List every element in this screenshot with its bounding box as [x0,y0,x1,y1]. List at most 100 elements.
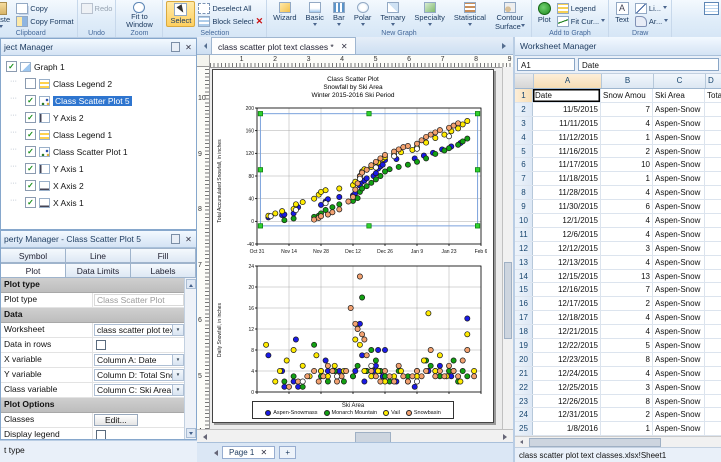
cell-ski-area[interactable]: Aspen-Snow [653,117,705,130]
close-icon[interactable]: ✕ [340,42,349,51]
cell-date[interactable]: 12/1/2015 [533,214,601,227]
tree-item[interactable]: ✓ Graph 1 [1,58,196,75]
redo-button[interactable]: Redo [81,3,113,13]
property-tab[interactable]: Line [66,248,131,263]
row-number[interactable]: 9 [515,200,533,213]
property-value[interactable] [93,338,185,352]
select-button[interactable]: Select [166,1,195,27]
cell-date[interactable]: 12/23/2015 [533,353,601,366]
cell-snow-amount[interactable]: 4 [601,214,653,227]
tree-item[interactable]: ✓ Class Legend 1 [1,126,196,143]
cell-date[interactable]: 11/18/2015 [533,172,601,185]
cell-snow-amount[interactable]: 2 [601,297,653,310]
scroll-right-icon[interactable] [503,434,510,440]
cell-date[interactable]: 12/16/2015 [533,283,601,296]
cell-date[interactable]: 12/13/2015 [533,256,601,269]
cell-ski-area[interactable]: Aspen-Snow [653,228,705,241]
cell-snow-amount[interactable]: 4 [601,311,653,324]
cell-date[interactable]: 12/12/2015 [533,242,601,255]
graph-title-line1[interactable]: Class Scatter Plot [213,70,493,84]
close-icon[interactable]: ✕ [184,235,193,244]
cell-total[interactable]: Total Si [705,89,721,102]
cell-snow-amount[interactable]: 4 [601,228,653,241]
property-scrollbar[interactable] [184,278,196,439]
column-header[interactable]: B [602,74,654,88]
cell-date[interactable]: 12/31/2015 [533,408,601,421]
cell-total[interactable] [705,395,721,408]
scroll-left-icon[interactable] [200,434,207,440]
visibility-checkbox[interactable]: ✓ [25,146,36,157]
cell-total[interactable] [705,186,721,199]
column-header[interactable]: A [534,74,602,88]
cell-snow-amount[interactable]: 3 [601,242,653,255]
tree-item[interactable]: ✓ X Axis 1 [1,194,196,211]
cell-total[interactable] [705,214,721,227]
cell-ski-area[interactable]: Aspen-Snow [653,408,705,421]
cell-total[interactable] [705,325,721,338]
pin-icon[interactable] [171,234,180,244]
add-page-tab[interactable]: + [279,446,296,459]
property-value[interactable]: Class Scatter Plot [94,294,184,306]
horizontal-scrollbar[interactable] [197,429,513,442]
cell-total[interactable] [705,367,721,380]
property-value[interactable]: Edit... [94,414,138,426]
cell-total[interactable] [705,381,721,394]
pin-icon[interactable] [171,42,180,52]
scrollbar-thumb[interactable] [504,262,512,339]
row-number[interactable]: 3 [515,117,533,130]
cell-ski-area[interactable]: Aspen-Snow [653,172,705,185]
cell-snow-amount[interactable]: 6 [601,200,653,213]
property-tab[interactable]: Labels [131,263,196,278]
scroll-up-icon[interactable] [186,279,196,289]
cell-total[interactable] [705,408,721,421]
row-number[interactable]: 4 [515,131,533,144]
cell-snow-amount[interactable]: 1 [601,131,653,144]
cell-ski-area[interactable]: Aspen-Snow [653,242,705,255]
row-number[interactable]: 11 [515,228,533,241]
tab-scroll-left-icon[interactable] [201,43,207,49]
cell-ski-area[interactable]: Ski Area [653,89,705,102]
cell-date[interactable]: 11/11/2015 [533,117,601,130]
polar-graph-button[interactable]: Polar [351,1,375,29]
basic-graph-button[interactable]: Basic [303,1,327,29]
property-value[interactable]: Column D: Total Snow Ac.. [94,369,184,381]
cell-total[interactable] [705,256,721,269]
property-value[interactable]: class scatter plot text clas... [94,324,184,336]
cell-snow-amount[interactable]: 1 [601,172,653,185]
cell-snow-amount[interactable]: 4 [601,117,653,130]
cell-ski-area[interactable]: Aspen-Snow [653,422,705,435]
visibility-checkbox[interactable]: ✓ [25,95,36,106]
cell-snow-amount[interactable]: 7 [601,283,653,296]
row-number[interactable]: 1 [515,89,533,102]
cell-total[interactable] [705,131,721,144]
cell-total[interactable] [705,311,721,324]
cell-snow-amount[interactable]: 10 [601,158,653,171]
cell-snow-amount[interactable]: 1 [601,422,653,435]
cell-date[interactable]: 11/17/2015 [533,158,601,171]
worksheet-view-button[interactable] [704,2,719,17]
cell-ski-area[interactable]: Aspen-Snow [653,158,705,171]
row-number[interactable]: 24 [515,408,533,421]
cell-ski-area[interactable]: Aspen-Snow [653,311,705,324]
copy-button[interactable]: Copy [16,3,73,13]
row-number[interactable]: 7 [515,172,533,185]
area-tool-button[interactable]: Ar... [635,16,668,26]
copy-format-button[interactable]: Copy Format [16,16,73,26]
contour-surface-button[interactable]: ContourSurface [492,1,528,32]
graph-title-line3[interactable]: Winter 2015-2016 Ski Period [213,92,493,100]
visibility-checkbox[interactable]: ✓ [25,197,36,208]
cell-ski-area[interactable]: Aspen-Snow [653,214,705,227]
row-number[interactable]: 20 [515,353,533,366]
ternary-graph-button[interactable]: Ternary [377,1,408,29]
cell-ski-area[interactable]: Aspen-Snow [653,353,705,366]
column-header[interactable]: D [706,74,721,88]
add-plot-button[interactable]: Plot [535,1,554,25]
vertical-scrollbar[interactable] [502,67,513,429]
cell-total[interactable] [705,145,721,158]
cell-date[interactable]: 12/17/2015 [533,297,601,310]
add-legend-button[interactable]: Legend [557,3,605,13]
graph-legend[interactable]: Ski Area Aspen-Snowmass Monarch Mountain [252,401,454,419]
row-number[interactable]: 12 [515,242,533,255]
cell-date[interactable]: 11/5/2015 [533,103,601,116]
cell-date[interactable]: 12/21/2015 [533,325,601,338]
